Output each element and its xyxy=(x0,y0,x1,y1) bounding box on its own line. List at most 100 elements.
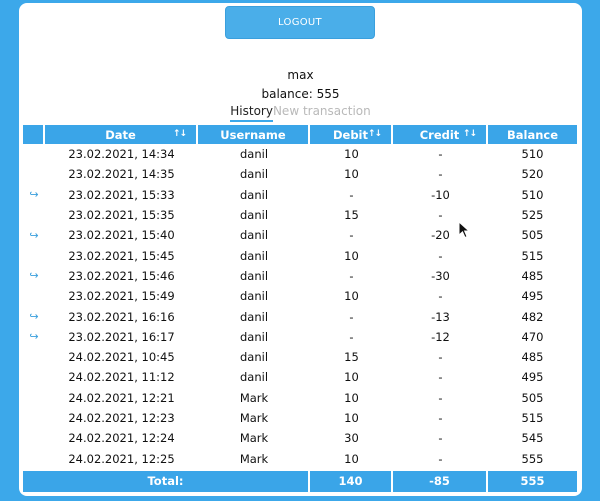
row-icon-empty xyxy=(23,408,45,428)
row-balance: 520 xyxy=(521,167,544,182)
row-debit: - xyxy=(349,228,354,243)
row-debit: - xyxy=(349,187,354,202)
row-credit: -12 xyxy=(431,329,450,344)
row-debit: - xyxy=(349,329,354,344)
row-date: 24.02.2021, 12:23 xyxy=(68,411,175,425)
row-username: Mark xyxy=(239,390,269,405)
sort-arrows-icon[interactable]: ↑↓ xyxy=(173,129,187,139)
row-icon-empty xyxy=(23,388,45,408)
row-username: Mark xyxy=(239,431,269,446)
row-date: 24.02.2021, 12:25 xyxy=(68,451,175,466)
row-credit: - xyxy=(438,390,443,405)
header-username: Username xyxy=(198,125,310,144)
row-username: danil xyxy=(239,289,269,304)
table-row: 23.02.2021, 15:49 danil 10 - 495 xyxy=(23,286,577,306)
table-row: ↪ 23.02.2021, 15:46 danil - -30 485 xyxy=(23,266,577,286)
header-balance-label: Balance xyxy=(506,127,559,142)
row-date: 24.02.2021, 12:24 xyxy=(68,431,175,446)
row-credit: - xyxy=(438,289,443,304)
row-balance: 495 xyxy=(521,370,544,385)
tab-history[interactable]: History xyxy=(230,104,273,122)
table-row: ↪ 23.02.2021, 16:17 danil - -12 470 xyxy=(23,327,577,347)
row-credit: -13 xyxy=(431,309,450,324)
reply-arrow-icon[interactable]: ↪ xyxy=(23,306,45,326)
row-balance: 482 xyxy=(521,309,544,324)
balance-label: balance: 555 xyxy=(261,87,340,101)
row-debit: - xyxy=(349,309,354,324)
table-footer: Total: 140 -85 555 xyxy=(23,470,577,492)
row-username: danil xyxy=(239,208,269,223)
table-row: ↪ 23.02.2021, 15:33 danil - -10 510 xyxy=(23,185,577,205)
row-icon-empty xyxy=(23,205,45,225)
row-balance: 485 xyxy=(521,268,544,283)
header-username-label: Username xyxy=(220,127,286,142)
row-date: 23.02.2021, 15:46 xyxy=(68,268,175,283)
row-date: 23.02.2021, 15:45 xyxy=(68,248,175,263)
row-balance: 505 xyxy=(521,390,544,405)
sort-arrows-icon[interactable]: ↑↓ xyxy=(368,129,382,139)
username-label: max xyxy=(287,68,314,82)
row-icon-empty xyxy=(23,347,45,367)
table-row: 24.02.2021, 10:45 danil 15 - 485 xyxy=(23,347,577,367)
row-icon-empty xyxy=(23,367,45,387)
row-icon-empty xyxy=(23,428,45,448)
reply-arrow-icon[interactable]: ↪ xyxy=(23,185,45,205)
row-debit: 10 xyxy=(344,411,359,425)
table-row: ↪ 23.02.2021, 15:40 danil - -20 505 xyxy=(23,225,577,245)
sort-arrows-icon[interactable]: ↑↓ xyxy=(463,129,477,139)
table-header: Date ↑↓ Username Debit ↑↓ Credit ↑↓ Bala… xyxy=(23,125,577,144)
table-row: 23.02.2021, 14:34 danil 10 - 510 xyxy=(23,144,577,164)
row-icon-empty xyxy=(23,448,45,468)
row-balance: 555 xyxy=(521,451,544,466)
table-row: 23.02.2021, 15:45 danil 10 - 515 xyxy=(23,245,577,265)
row-credit: - xyxy=(438,431,443,446)
row-username: danil xyxy=(239,329,269,344)
reply-arrow-icon[interactable]: ↪ xyxy=(23,266,45,286)
row-debit: 10 xyxy=(344,167,359,182)
row-credit: -30 xyxy=(431,268,450,283)
table-row: 24.02.2021, 11:12 danil 10 - 495 xyxy=(23,367,577,387)
row-debit: 10 xyxy=(344,289,359,304)
table-row: 24.02.2021, 12:21 Mark 10 - 505 xyxy=(23,388,577,408)
row-username: Mark xyxy=(239,451,269,466)
row-credit: - xyxy=(438,167,443,182)
row-date: 23.02.2021, 16:16 xyxy=(68,309,175,324)
table-row: 23.02.2021, 14:35 danil 10 - 520 xyxy=(23,164,577,184)
row-credit: - xyxy=(438,147,443,162)
row-date: 23.02.2021, 14:35 xyxy=(68,167,175,182)
reply-arrow-icon[interactable]: ↪ xyxy=(23,327,45,347)
table-body: 23.02.2021, 14:34 danil 10 - 510 23.02.2021, … xyxy=(23,144,577,469)
header-credit-label: Credit xyxy=(419,127,460,142)
row-date: 23.02.2021, 14:34 xyxy=(68,147,175,162)
tab-bar: History New transaction xyxy=(19,104,582,122)
row-balance: 470 xyxy=(521,329,544,344)
row-credit: -20 xyxy=(431,228,450,243)
row-username: danil xyxy=(239,167,269,182)
row-balance: 510 xyxy=(521,147,544,162)
row-debit: 10 xyxy=(344,451,359,466)
row-icon-empty xyxy=(23,286,45,306)
row-debit: 30 xyxy=(344,431,359,446)
row-username: danil xyxy=(239,248,269,263)
logout-button[interactable]: LOGOUT xyxy=(225,6,375,39)
header-debit[interactable]: Debit ↑↓ xyxy=(310,125,393,144)
row-credit: -10 xyxy=(431,187,450,202)
row-balance: 515 xyxy=(521,411,544,425)
row-icon-empty xyxy=(23,144,45,164)
row-debit: - xyxy=(349,268,354,283)
row-credit: - xyxy=(438,451,443,466)
row-debit: 10 xyxy=(344,248,359,263)
row-debit: 10 xyxy=(344,147,359,162)
row-credit: - xyxy=(438,411,443,425)
header-credit[interactable]: Credit ↑↓ xyxy=(393,125,488,144)
tab-new-transaction[interactable]: New transaction xyxy=(273,104,371,122)
reply-arrow-icon[interactable]: ↪ xyxy=(23,225,45,245)
row-balance: 510 xyxy=(521,187,544,202)
row-debit: 10 xyxy=(344,390,359,405)
header-date[interactable]: Date ↑↓ xyxy=(45,125,198,144)
row-username: danil xyxy=(239,228,269,243)
header-icon-column xyxy=(23,125,45,144)
mouse-cursor-icon xyxy=(458,221,471,239)
row-credit: - xyxy=(438,208,443,223)
row-balance: 495 xyxy=(521,289,544,304)
